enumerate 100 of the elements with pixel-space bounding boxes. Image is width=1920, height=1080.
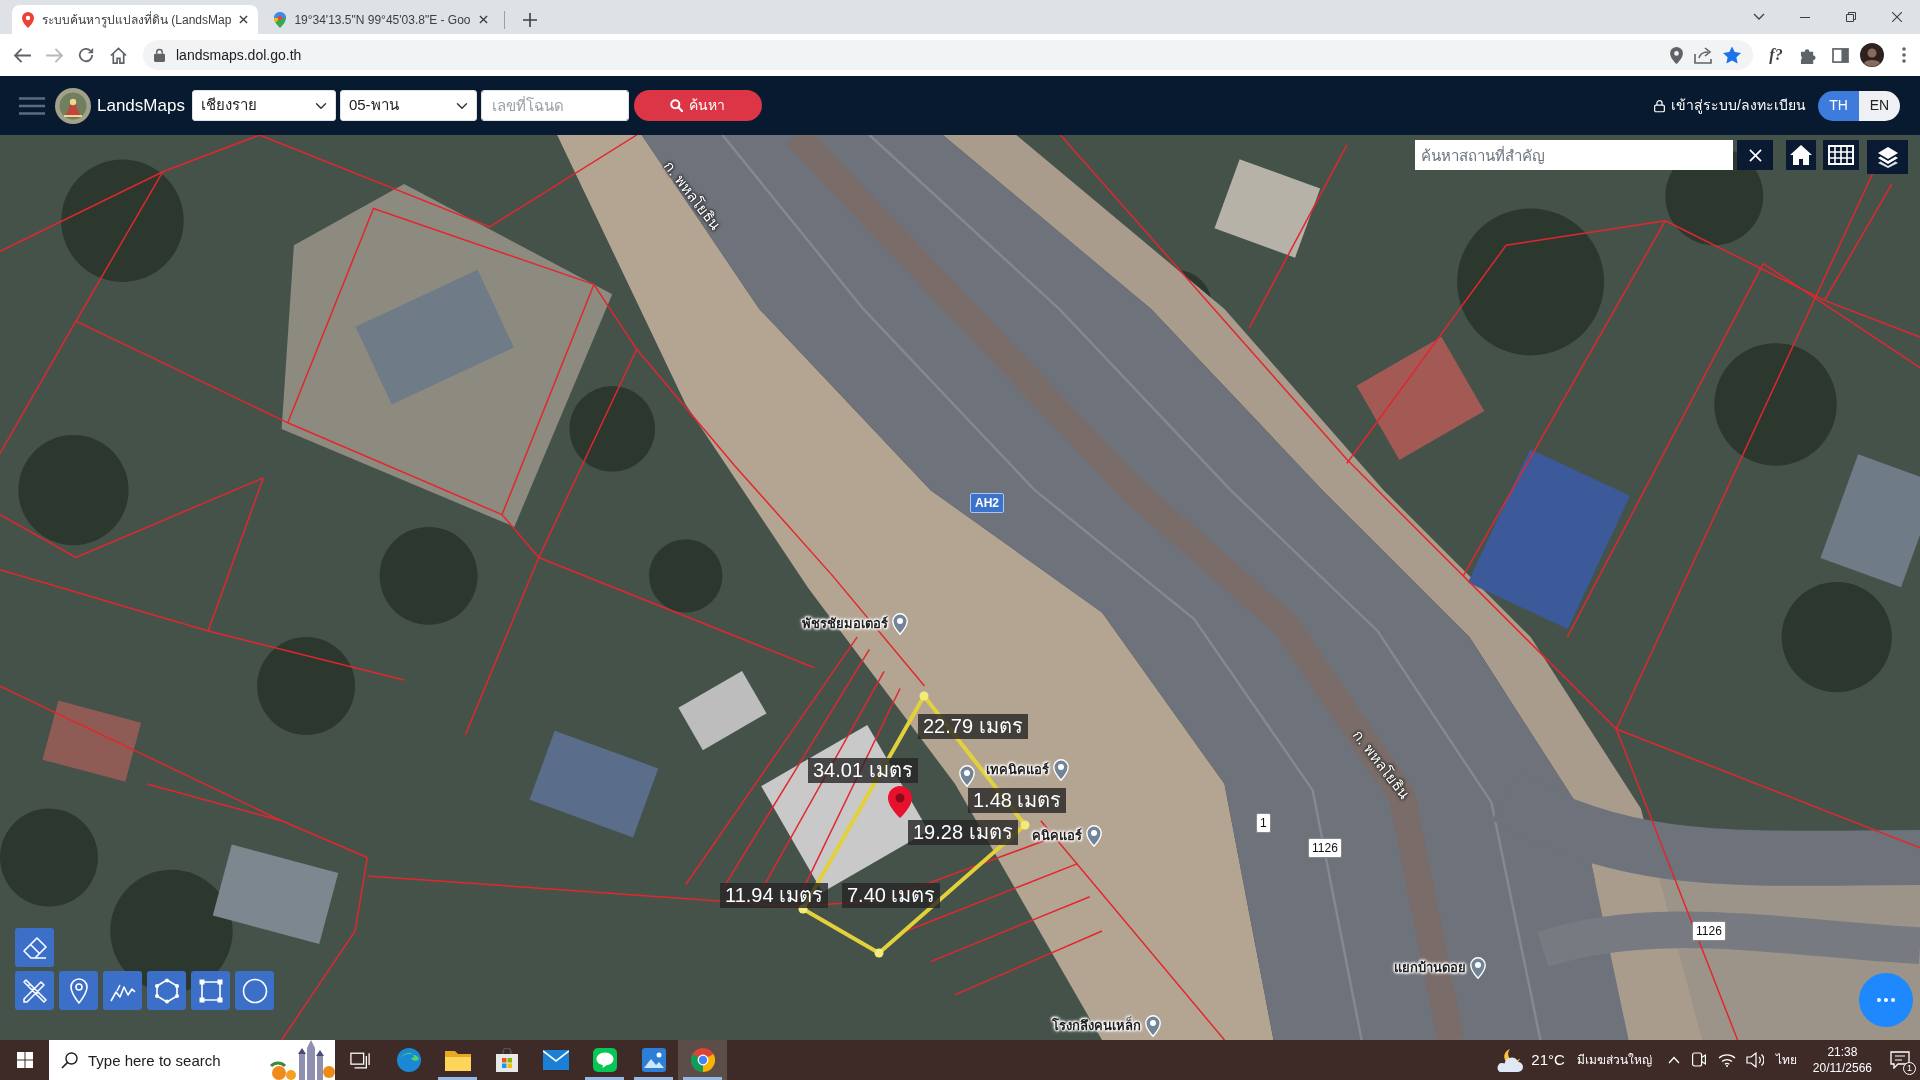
start-logo-icon[interactable] bbox=[16, 1052, 33, 1068]
notification-icon[interactable] bbox=[1890, 1051, 1910, 1069]
home-icon[interactable] bbox=[109, 46, 127, 64]
side-panel-icon[interactable] bbox=[1831, 47, 1849, 63]
polygon-tool-button[interactable] bbox=[147, 971, 186, 1010]
more-menu-icon[interactable] bbox=[1902, 47, 1906, 63]
lock-icon bbox=[1654, 98, 1666, 113]
chat-bubble-icon bbox=[592, 1048, 617, 1072]
search-button[interactable]: ค้นหา bbox=[633, 90, 762, 121]
route-number-sign: AH2 bbox=[970, 493, 1004, 513]
map-pin-icon[interactable] bbox=[1053, 759, 1069, 781]
map-pin-icon bbox=[274, 11, 287, 28]
location-icon[interactable] bbox=[1670, 46, 1683, 64]
chevron-up-icon[interactable] bbox=[1667, 1056, 1680, 1064]
brand-name: LandsMaps bbox=[97, 94, 185, 117]
route-number-sign: 1 bbox=[1256, 813, 1271, 833]
deed-number-field[interactable]: เลขที่โฉนด bbox=[480, 90, 629, 121]
map-pin-icon[interactable] bbox=[1145, 1015, 1161, 1037]
castle-illustration-drawing bbox=[269, 1040, 335, 1080]
eraser-button[interactable] bbox=[15, 928, 54, 967]
distance-label: 22.79 เมตร bbox=[918, 714, 1028, 739]
layers-button[interactable] bbox=[1867, 140, 1908, 174]
route-number-sign: 1126 bbox=[1308, 838, 1342, 858]
bookmark-star-icon[interactable] bbox=[1723, 46, 1741, 64]
browser-tab[interactable]: 19°34'13.5"N 99°45'03.8"E - Goo bbox=[264, 5, 498, 34]
clear-search-button[interactable] bbox=[1737, 140, 1773, 170]
location-pin-icon bbox=[888, 786, 912, 818]
browser-tab[interactable]: ระบบค้นหารูปแปลงที่ดิน (LandsMap bbox=[12, 5, 259, 34]
lock-icon bbox=[154, 48, 165, 62]
distance-label: 11.94 เมตร bbox=[720, 883, 829, 908]
profile-avatar-icon[interactable] bbox=[1860, 43, 1884, 67]
place-search-field[interactable]: ค้นหาสถานที่สำคัญ bbox=[1415, 140, 1733, 170]
video-call-icon[interactable] bbox=[1691, 1052, 1706, 1068]
route-number-sign: 1126 bbox=[1692, 921, 1726, 941]
polygon-icon bbox=[153, 977, 180, 1004]
distance-label: 19.28 เมตร bbox=[908, 820, 1018, 845]
reload-icon[interactable] bbox=[78, 47, 94, 63]
temperature-text: 21°C bbox=[1531, 1049, 1565, 1070]
rectangle-icon bbox=[197, 977, 224, 1004]
pencil-ruler-icon bbox=[21, 977, 48, 1004]
share-icon[interactable] bbox=[1694, 46, 1712, 64]
grid-icon bbox=[1828, 145, 1854, 165]
tab-close-icon[interactable] bbox=[239, 15, 249, 24]
district-select[interactable]: 05-พาน bbox=[339, 90, 477, 121]
eraser-icon bbox=[21, 934, 48, 961]
house-icon bbox=[1790, 144, 1812, 166]
extension-button[interactable]: f? bbox=[1761, 40, 1791, 70]
search-icon bbox=[61, 1052, 78, 1069]
language-button[interactable]: TH bbox=[1818, 90, 1859, 121]
envelope-icon bbox=[542, 1050, 569, 1070]
home-button[interactable] bbox=[1786, 140, 1816, 170]
shopping-bag-icon bbox=[494, 1048, 519, 1072]
place-name-label[interactable]: เทคนิคแอร์ bbox=[984, 760, 1051, 780]
distance-label: 7.40 เมตร bbox=[842, 883, 941, 908]
wifi-icon[interactable] bbox=[1717, 1053, 1736, 1067]
photo-icon bbox=[641, 1048, 666, 1072]
new-tab-icon[interactable] bbox=[522, 12, 537, 27]
swirl-icon bbox=[396, 1048, 421, 1072]
seal-logo-icon bbox=[55, 87, 91, 124]
map-pin-icon[interactable] bbox=[1470, 957, 1486, 979]
chevron-down-icon[interactable] bbox=[1753, 13, 1765, 21]
moon-cloud-icon[interactable] bbox=[1495, 1048, 1526, 1072]
tab-close-icon[interactable] bbox=[478, 15, 488, 24]
more-icon bbox=[1877, 998, 1895, 1002]
login-link[interactable]: เข้าสู่ระบบ/ลงทะเบียน bbox=[1654, 95, 1806, 116]
grid-button[interactable] bbox=[1823, 140, 1859, 170]
distance-label: 1.48 เมตร bbox=[968, 788, 1067, 813]
weather-condition-text: มีเมฆส่วนใหญ่ bbox=[1576, 1052, 1652, 1069]
rectangle-tool-button[interactable] bbox=[191, 971, 230, 1010]
province-select[interactable]: เชียงราย bbox=[191, 90, 336, 121]
circle-icon bbox=[241, 977, 268, 1004]
map-pin-icon[interactable] bbox=[892, 613, 908, 635]
task-view-icon bbox=[349, 1051, 370, 1069]
distance-label: 34.01 เมตร bbox=[808, 758, 918, 783]
notification-count: 1 bbox=[1903, 1062, 1916, 1075]
map-pin-icon[interactable] bbox=[1086, 825, 1102, 847]
menu-icon[interactable] bbox=[19, 96, 45, 115]
search-icon bbox=[670, 99, 684, 112]
map-pin-icon[interactable] bbox=[959, 765, 975, 787]
taskbar-search-field[interactable]: Type here to search bbox=[49, 1040, 335, 1080]
clock-time[interactable]: 21:38 bbox=[1827, 1044, 1858, 1060]
speaker-icon[interactable] bbox=[1745, 1052, 1764, 1068]
layers-icon bbox=[1876, 146, 1899, 168]
restore-icon[interactable] bbox=[1846, 12, 1856, 22]
back-icon[interactable] bbox=[13, 47, 31, 63]
input-language-indicator[interactable]: ไทย bbox=[1775, 1051, 1797, 1069]
circle-tool-button[interactable] bbox=[235, 971, 274, 1010]
minimize-icon[interactable] bbox=[1800, 16, 1810, 18]
close-icon[interactable] bbox=[1892, 12, 1902, 22]
marker-tool-button[interactable] bbox=[59, 971, 98, 1010]
ring-logo-icon bbox=[690, 1048, 715, 1072]
line-measure-button[interactable] bbox=[103, 971, 142, 1010]
close-icon bbox=[1748, 148, 1762, 162]
draw-tools-button[interactable] bbox=[15, 971, 54, 1010]
address-bar[interactable]: landsmaps.dol.go.th bbox=[143, 40, 1753, 70]
clock-date[interactable]: 20/11/2566 bbox=[1812, 1060, 1872, 1076]
folder-icon bbox=[444, 1049, 471, 1071]
map-pin-icon bbox=[22, 11, 34, 28]
language-button[interactable]: EN bbox=[1859, 90, 1900, 121]
puzzle-icon[interactable] bbox=[1799, 46, 1817, 64]
